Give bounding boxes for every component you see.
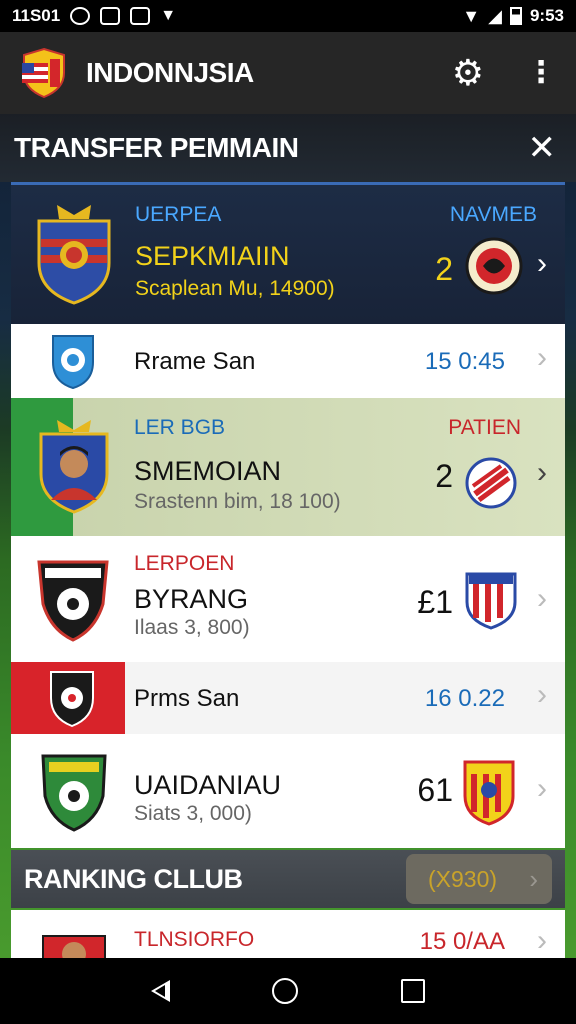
chevron-right-icon: › [537,678,547,711]
system-nav-bar [0,958,576,1024]
featured-transfer-card[interactable]: UERPEA NAVMEB SEPKMIAIIN Scaplean Mu, 14… [11,182,565,324]
notification-icon [100,7,121,25]
club-crest-icon [37,205,111,305]
ranking-title: RANKING CLLUB [24,863,243,894]
row-score: 61 [417,772,453,808]
wifi-icon: ▼ [462,5,481,26]
row-label-right: PATIEN [448,416,521,439]
row-name: Prms San [134,685,240,712]
overflow-menu-icon[interactable]: ⋮ [526,58,556,88]
player-portrait-icon [39,420,109,514]
close-icon[interactable]: ✕ [528,128,557,168]
featured-player-detail: Scaplean Mu, 14900) [135,277,335,300]
opponent-crest-icon [465,237,523,295]
row-time: 15 0:45 [424,348,505,375]
transfer-row[interactable]: UAIDANIAU Siats 3, 000) 61 › [11,734,565,848]
featured-score: 2 [435,251,453,287]
transfer-row[interactable]: Rrame San 15 0:45 › [11,324,565,398]
row-player-detail: Ilaas 3, 800) [134,616,250,639]
opponent-crest-icon [465,457,517,509]
flag-logo [22,47,65,99]
row-score: 2 [435,458,453,494]
club-crest-icon [41,754,107,832]
media-icon [130,7,151,25]
ranking-pill-label: (X930) [428,865,498,892]
recents-icon[interactable] [400,979,425,1003]
status-left-text: 11S01 [12,6,61,25]
transfer-section-header: TRANSFER PEMMAIN ✕ [0,114,576,182]
back-icon[interactable] [151,980,171,1002]
club-crest-icon [42,935,106,958]
transfer-row[interactable]: LER BGB PATIEN SMEMOIAN Srastenn bim, 18… [11,398,565,536]
row-player-name: UAIDANIAU [134,770,282,800]
status-time: 9:53 [529,6,564,25]
chevron-right-icon: › [529,863,538,894]
featured-label-left: UERPEA [135,203,222,226]
chevron-right-icon: › [537,456,547,489]
chevron-right-icon: › [537,772,547,805]
ranking-section-header: RANKING CLLUB (X930) › [11,850,565,908]
app-title: INDONNJSIA [86,57,254,88]
row-label-left: LER BGB [134,416,226,439]
row-label-left: LERPOEN [134,552,235,575]
transfer-row[interactable]: LERPOEN BYRANG Ilaas 3, 800) £1 › [11,536,565,662]
featured-label-right: NAVMEB [449,203,537,226]
row-time: 15 0/AA [419,928,505,955]
row-name: TLNSIORFO [134,928,255,951]
row-time: 16 0.22 [424,685,505,712]
ranking-row[interactable]: TLNSIORFO 15 0/AA › [11,910,565,958]
ranking-pill-button[interactable]: (X930) › [406,854,552,904]
row-score: £1 [417,584,453,620]
status-bar: 11S01 ▼ ▼ ◢ 9:53 [0,0,576,32]
chevron-right-icon: › [537,341,547,374]
row-name: Rrame San [134,348,256,375]
transfer-section-title: TRANSFER PEMMAIN [14,132,299,163]
featured-player-name: SEPKMIAIIN [135,241,290,271]
vpn-icon: ▼ [160,7,177,24]
chevron-right-icon: › [537,924,547,957]
row-player-name: SMEMOIAN [134,456,282,486]
chevron-right-icon: › [537,582,547,615]
row-player-name: BYRANG [134,584,249,614]
row-player-detail: Srastenn bim, 18 100) [134,490,341,513]
signal-icon: ◢ [488,5,502,26]
chevron-right-icon: › [537,247,547,280]
gear-icon[interactable]: ⚙ [452,55,484,91]
battery-icon [509,7,522,25]
home-icon[interactable] [272,978,299,1004]
row-player-detail: Siats 3, 000) [134,802,252,825]
camera-icon [70,7,91,25]
app-bar: INDONNJSIA ⚙ ⋮ [0,32,576,114]
opponent-crest-icon [465,572,517,630]
transfer-row[interactable]: Prms San 16 0.22 › [11,662,565,734]
club-crest-icon [37,560,109,642]
opponent-crest-icon [463,760,515,826]
club-crest-icon [52,335,94,390]
club-crest-icon [50,671,94,728]
